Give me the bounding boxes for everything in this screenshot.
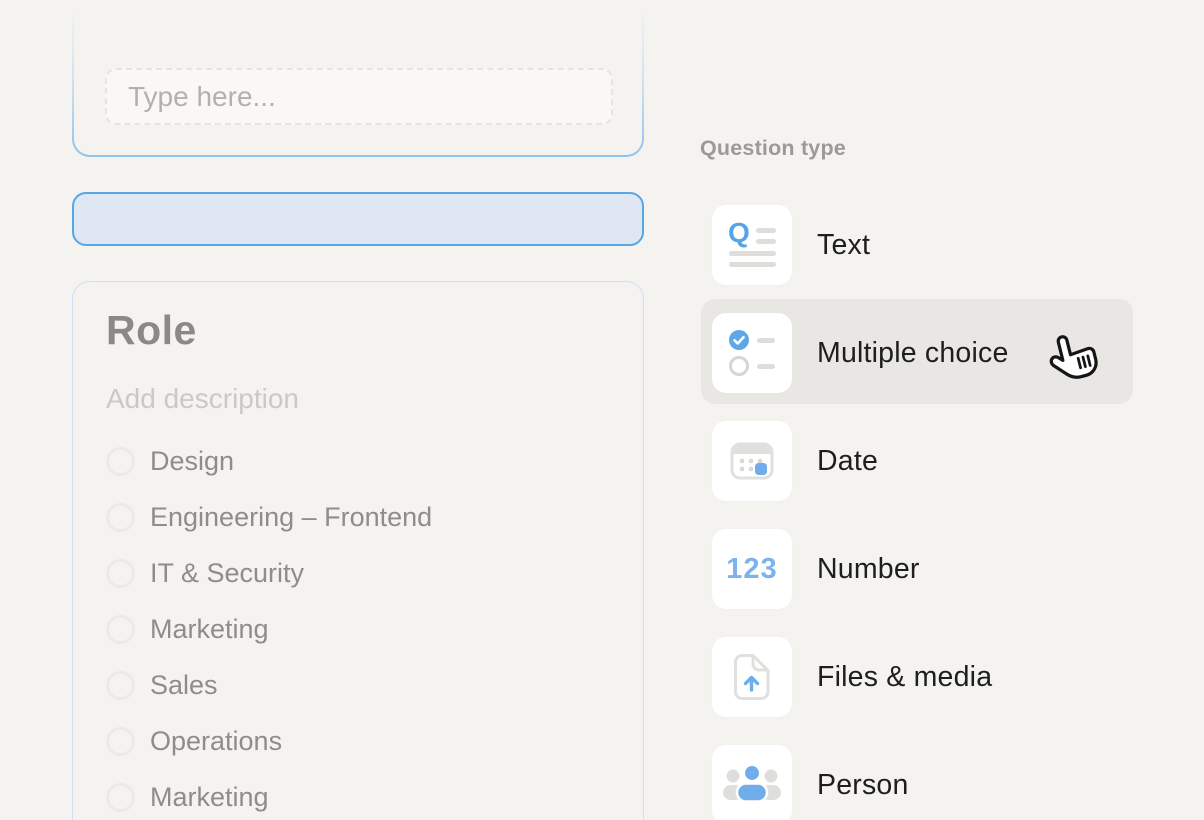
option-label: Design <box>150 446 234 477</box>
menu-item-label: Text <box>817 229 870 262</box>
menu-item-number[interactable]: 123 Number <box>712 529 920 609</box>
menu-item-label: Person <box>817 769 909 802</box>
text-answer-input[interactable]: Type here... <box>105 68 613 125</box>
form-builder-screen: Type here... Role Add description Design… <box>0 0 1204 820</box>
role-question-card[interactable]: Role Add description Design Engineering … <box>72 281 644 820</box>
option-row[interactable]: Operations <box>73 713 643 769</box>
option-label: IT & Security <box>150 558 304 589</box>
menu-item-label: Files & media <box>817 661 992 694</box>
multiple-choice-icon <box>712 313 792 393</box>
menu-item-text[interactable]: Q Text <box>712 205 870 285</box>
calendar-icon <box>712 421 792 501</box>
option-row[interactable]: Design <box>73 433 643 489</box>
person-icon <box>712 745 792 820</box>
menu-item-label: Date <box>817 445 878 478</box>
menu-item-multiple-choice[interactable]: Multiple choice <box>712 313 1009 393</box>
unchecked-radio-icon <box>729 356 749 376</box>
option-label: Marketing <box>150 614 269 645</box>
option-label: Sales <box>150 670 218 701</box>
option-row[interactable]: Sales <box>73 657 643 713</box>
insert-question-placeholder[interactable] <box>72 192 644 246</box>
menu-item-label: Multiple choice <box>817 337 1009 370</box>
radio-icon[interactable] <box>106 783 135 812</box>
menu-item-person[interactable]: Person <box>712 745 909 820</box>
radio-icon[interactable] <box>106 615 135 644</box>
option-label: Engineering – Frontend <box>150 502 432 533</box>
file-upload-icon <box>712 637 792 717</box>
123-glyph: 123 <box>726 553 777 586</box>
menu-item-date[interactable]: Date <box>712 421 878 501</box>
option-row[interactable]: Engineering – Frontend <box>73 489 643 545</box>
option-label: Marketing <box>150 782 269 813</box>
option-row[interactable]: Marketing <box>73 601 643 657</box>
option-label: Operations <box>150 726 282 757</box>
radio-icon[interactable] <box>106 671 135 700</box>
menu-item-files-media[interactable]: Files & media <box>712 637 992 717</box>
radio-icon[interactable] <box>106 559 135 588</box>
radio-icon[interactable] <box>106 503 135 532</box>
question-type-menu-title: Question type <box>700 136 846 161</box>
text-question-icon: Q <box>712 205 792 285</box>
checked-radio-icon <box>729 330 749 350</box>
menu-item-label: Number <box>817 553 920 586</box>
option-row[interactable]: Marketing <box>73 769 643 820</box>
q-glyph: Q <box>728 217 750 249</box>
question-title[interactable]: Role <box>106 307 197 354</box>
options-list: Design Engineering – Frontend IT & Secur… <box>73 433 643 820</box>
radio-icon[interactable] <box>106 447 135 476</box>
number-123-icon: 123 <box>712 529 792 609</box>
radio-icon[interactable] <box>106 727 135 756</box>
question-description-placeholder[interactable]: Add description <box>106 383 299 415</box>
option-row[interactable]: IT & Security <box>73 545 643 601</box>
